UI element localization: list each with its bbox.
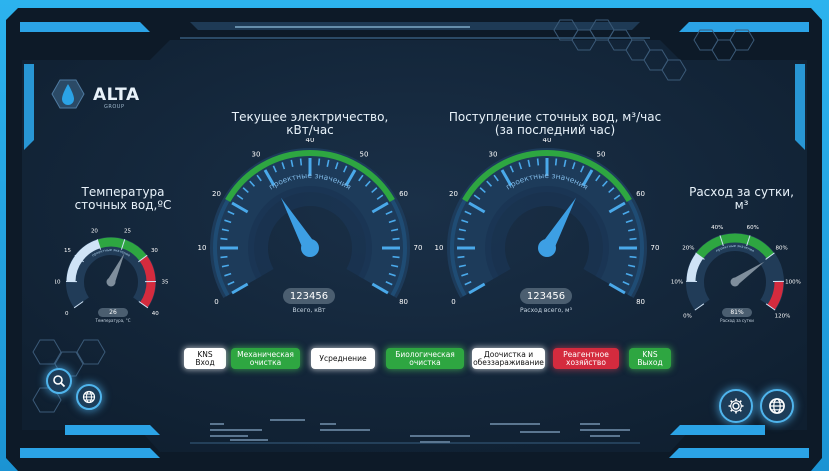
- process-label: KNS Вход: [195, 349, 215, 367]
- gauge-tick-label: 20: [449, 190, 458, 198]
- globe-icon: [769, 398, 785, 414]
- gauge-tick-label: 60: [636, 190, 645, 198]
- gauge-tick-label: 35: [161, 279, 168, 285]
- gauge-tick-label: 0: [65, 311, 69, 317]
- gauge-inner-ring: [485, 186, 609, 279]
- gauge-tick-label: 60%: [747, 225, 759, 231]
- process-label: Реагентное хозяйство: [563, 349, 609, 367]
- gauge-tick: [392, 255, 400, 259]
- gauge-hub: [730, 277, 740, 287]
- gauge-tick: [299, 158, 303, 166]
- gauge-tick-label: 40%: [711, 225, 723, 231]
- gauge-tick-label: 120%: [775, 313, 791, 319]
- settings-button[interactable]: [719, 389, 753, 423]
- gauge-tick-label: 60: [399, 190, 408, 198]
- process-kns-out[interactable]: KNS Выход: [629, 348, 671, 369]
- gauge-tick-label: 40: [543, 138, 552, 144]
- wastewater-caption: Расход всего, м³: [520, 307, 572, 314]
- gauge-tick: [536, 158, 540, 166]
- globe-button-left[interactable]: [76, 384, 102, 410]
- electricity-caption: Всего, кВт: [292, 307, 326, 314]
- gauge-tick: [220, 255, 228, 259]
- process-label: Доочистка и обеззараживание: [473, 349, 544, 367]
- gauge-tick-label: 30: [489, 150, 498, 158]
- electricity-title: Текущее электричество, кВт/час: [231, 110, 389, 137]
- gauge-tick: [629, 237, 637, 241]
- globe-button-right[interactable]: [760, 389, 794, 423]
- search-icon: [53, 375, 66, 388]
- wastewater-value: 123456: [520, 288, 572, 304]
- gauge-tick-label: 25: [124, 229, 131, 235]
- gear-icon: [728, 398, 744, 414]
- process-label: Усреднение: [319, 353, 367, 363]
- gauge-tick-label: 0: [214, 298, 218, 306]
- gauge-inner-ring: [248, 186, 372, 279]
- search-button[interactable]: [46, 368, 72, 394]
- electricity-value: 123456: [283, 288, 335, 304]
- gauge-tick-label: 10: [55, 279, 61, 285]
- gauge-tick-label: 15: [64, 248, 71, 254]
- gauge-tick-label: 0%: [683, 313, 692, 319]
- process-reagent[interactable]: Реагентное хозяйство: [553, 348, 619, 369]
- gauge-tick-label: 20%: [682, 246, 694, 252]
- gauge-hub: [106, 277, 116, 287]
- daily-flow-caption: Расход за сутки: [720, 318, 754, 323]
- gauge-tick-label: 100%: [785, 279, 801, 285]
- daily-flow-value: 81%: [722, 308, 752, 317]
- gauge-hub: [301, 239, 319, 257]
- gauge-tick: [554, 158, 558, 166]
- gauge-tick-label: 80: [399, 298, 408, 306]
- gauge-tick-label: 0: [451, 298, 455, 306]
- gauge-tick-label: 10%: [671, 279, 683, 285]
- process-post-treatment[interactable]: Доочистка и обеззараживание: [472, 348, 545, 369]
- process-label: Биологическая очистка: [395, 349, 455, 367]
- gauge-tick: [629, 255, 637, 259]
- gauge-tick: [392, 237, 400, 241]
- gauge-tick-label: 20: [212, 190, 221, 198]
- gauge-tick-label: 20: [91, 229, 98, 235]
- dashboard-screen: ALTA GROUP Температура сточных вод,ºС Тек…: [0, 0, 829, 471]
- temperature-title: Температура сточных вод,ºС: [74, 185, 172, 212]
- gauge-tick-label: 30: [252, 150, 261, 158]
- process-label: KNS Выход: [637, 349, 663, 367]
- gauge-tick: [220, 237, 228, 241]
- gauge-hub: [538, 239, 556, 257]
- gauge-tick-label: 50: [360, 150, 369, 158]
- logo-name: ALTA: [93, 85, 140, 105]
- temperature-value: 26: [98, 308, 128, 317]
- gauge-tick: [457, 255, 465, 259]
- process-biological[interactable]: Биологическая очистка: [386, 348, 464, 369]
- gauge-tick-label: 70: [414, 244, 423, 252]
- gauge-tick-label: 80: [636, 298, 645, 306]
- process-label: Механическая очистка: [237, 349, 294, 367]
- logo-subtitle: GROUP: [104, 104, 125, 110]
- gauge-tick-label: 10: [198, 244, 207, 252]
- gauge-tick: [457, 237, 465, 241]
- gauge-tick-label: 30: [151, 248, 158, 254]
- daily-flow-title: Расход за сутки, м³: [689, 185, 794, 212]
- process-mechanical[interactable]: Механическая очистка: [231, 348, 300, 369]
- gauge-tick-label: 50: [597, 150, 606, 158]
- process-kns-in[interactable]: KNS Вход: [184, 348, 226, 369]
- temperature-caption: Температура, °С: [95, 318, 131, 323]
- gauge-tick-label: 10: [435, 244, 444, 252]
- gauge-tick-label: 80%: [776, 246, 788, 252]
- process-averaging[interactable]: Усреднение: [311, 348, 375, 369]
- gauge-tick-label: 40: [306, 138, 315, 144]
- gauge-tick: [317, 158, 321, 166]
- globe-icon: [82, 390, 96, 404]
- gauge-tick-label: 40: [152, 311, 159, 317]
- wastewater-title: Поступление сточных вод, м³/час (за после…: [448, 110, 662, 137]
